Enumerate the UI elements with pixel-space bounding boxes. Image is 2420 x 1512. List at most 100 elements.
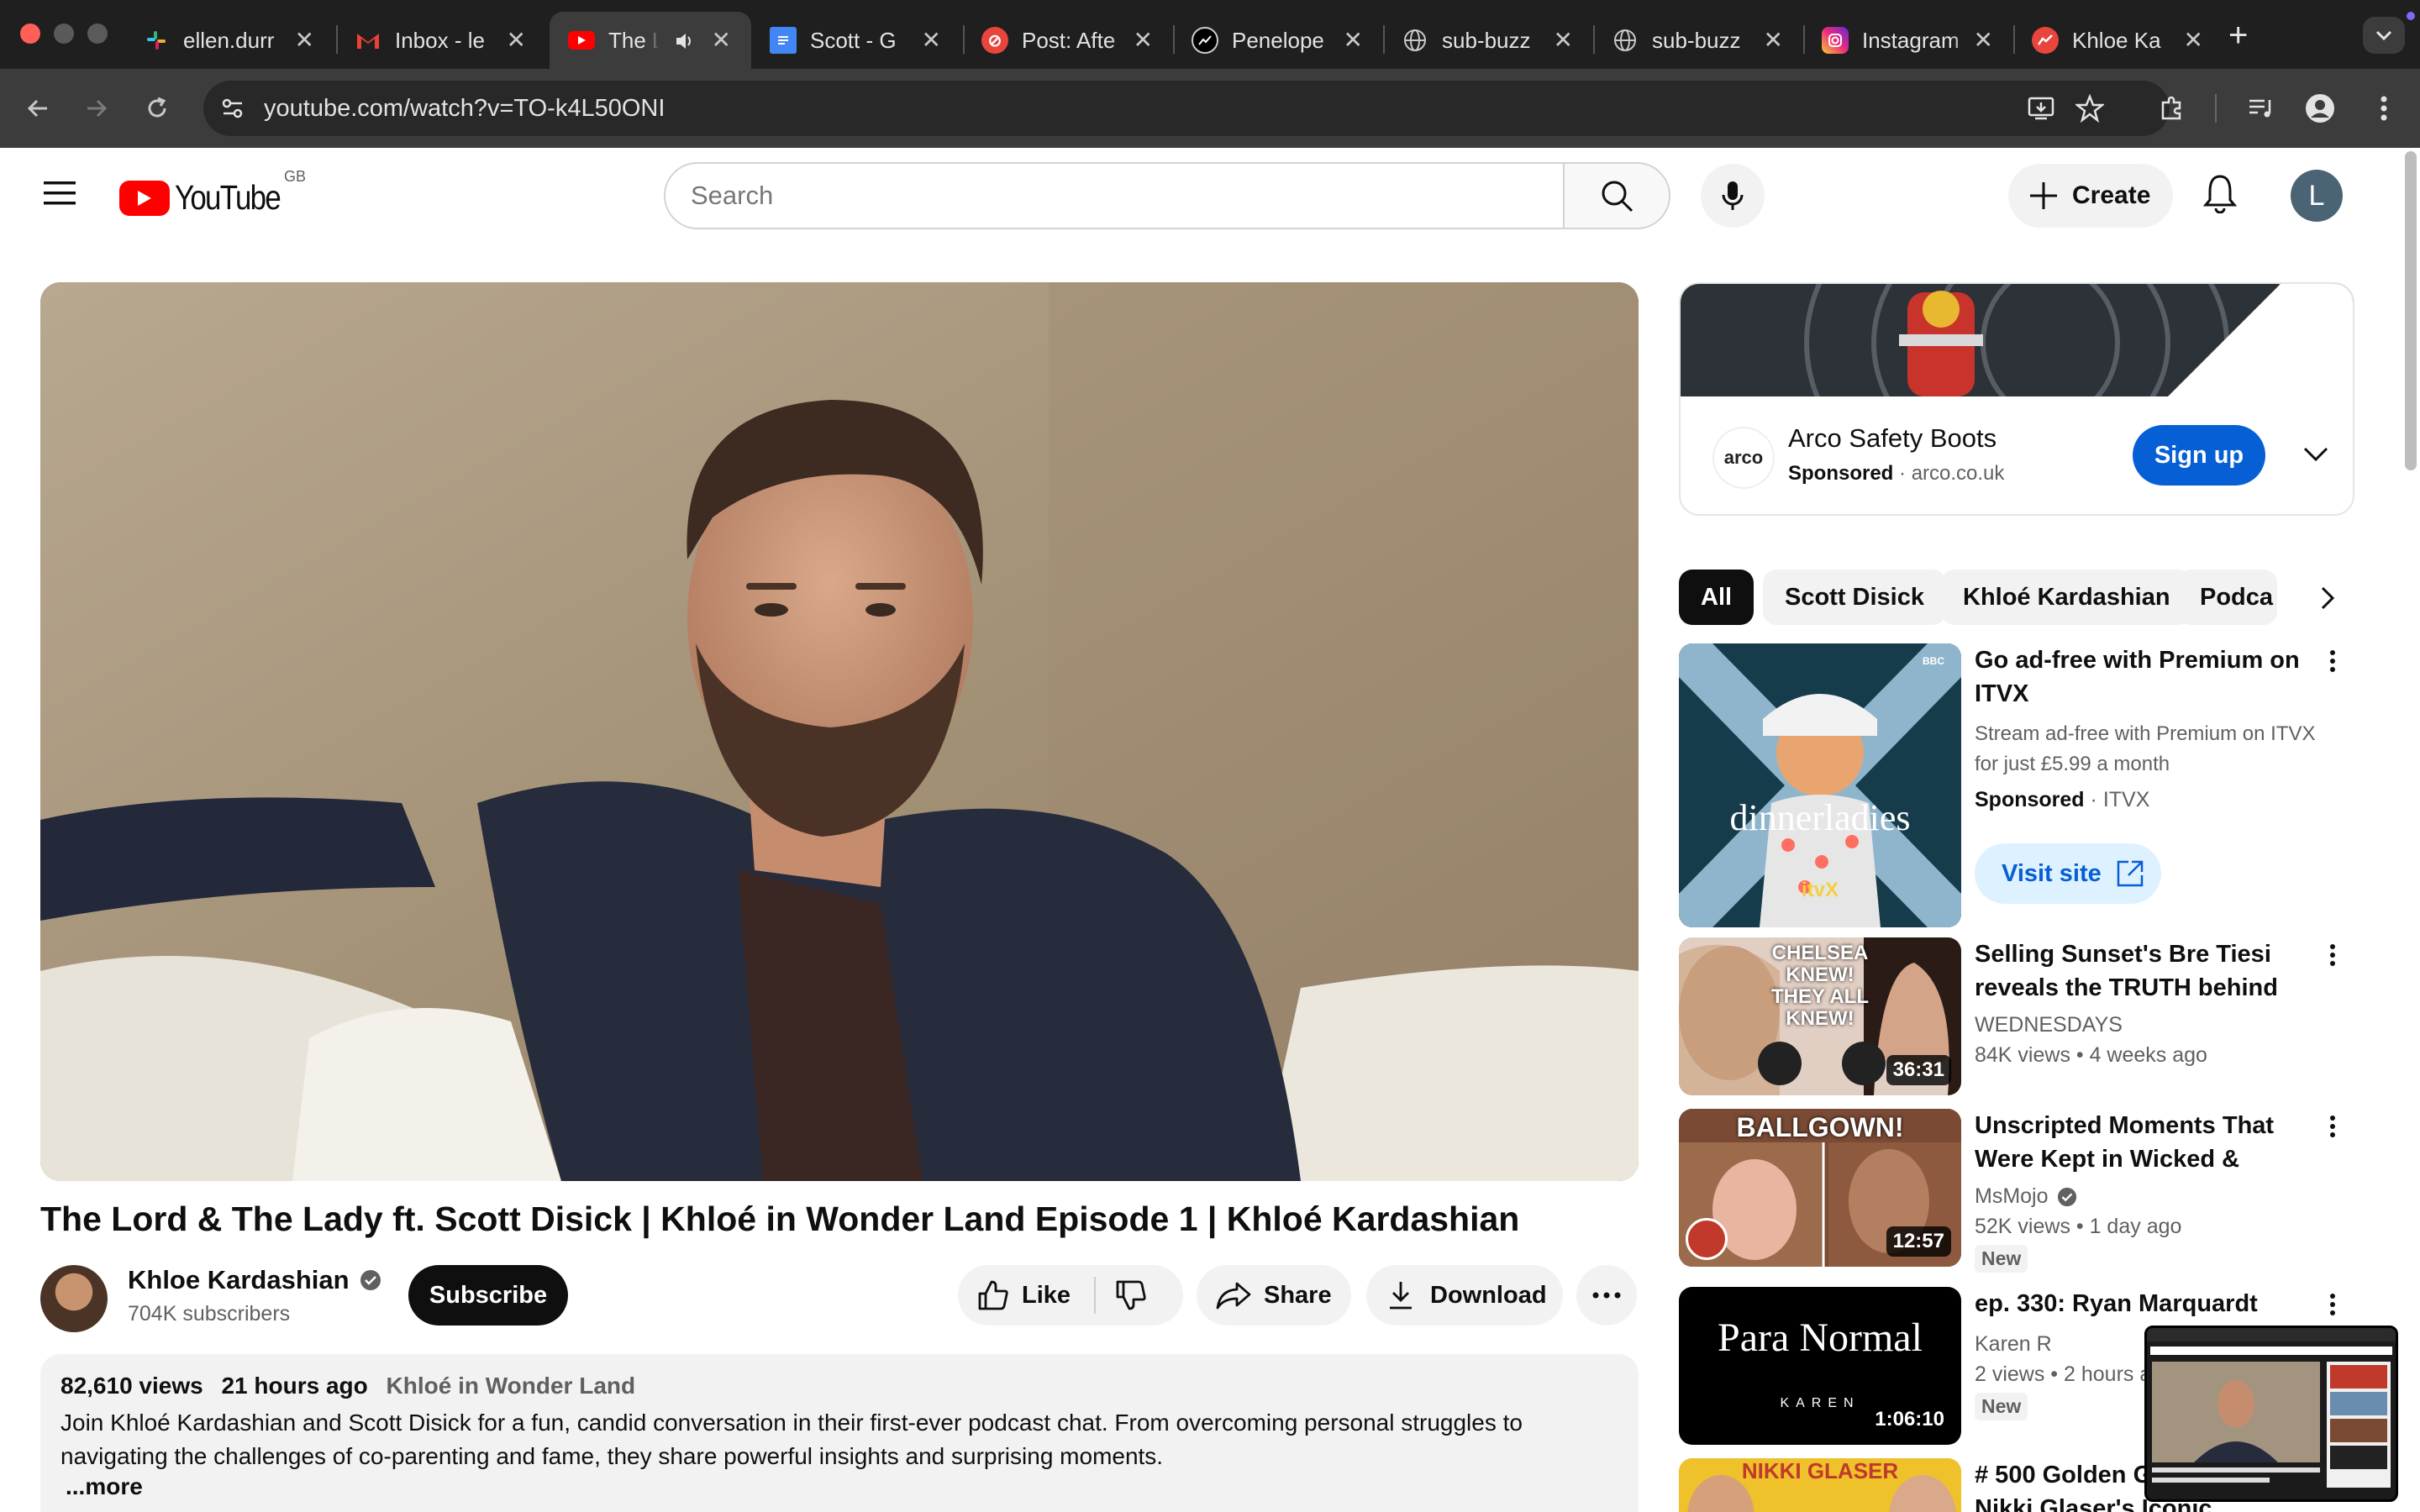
chip-scott-disick[interactable]: Scott Disick bbox=[1763, 570, 1946, 625]
promo-thumb-corner: BBC bbox=[1923, 655, 1944, 667]
close-tab-icon[interactable]: ✕ bbox=[1344, 29, 1363, 52]
tab-title: Penelope bbox=[1232, 27, 1324, 53]
video-channel: Karen R bbox=[1975, 1332, 2052, 1356]
thumbs-down-icon bbox=[1116, 1280, 1146, 1310]
post-icon: ⊘ bbox=[981, 27, 1008, 54]
search-icon bbox=[1602, 181, 1634, 213]
create-button[interactable]: Create bbox=[2008, 164, 2173, 228]
thumb-text: NIKKI GLASER bbox=[1741, 1458, 1899, 1483]
more-actions-button[interactable] bbox=[1576, 1265, 1637, 1326]
new-badge: New bbox=[1975, 1393, 2028, 1420]
close-window-button[interactable] bbox=[20, 24, 40, 44]
search-button[interactable] bbox=[1563, 162, 1670, 229]
youtube-logo[interactable]: YouTube GB bbox=[119, 168, 306, 218]
globe-icon bbox=[1612, 27, 1639, 54]
close-tab-icon[interactable]: ✕ bbox=[712, 29, 731, 52]
promo-description: Stream ad-free with Premium on ITVX for … bbox=[1975, 722, 2316, 775]
like-dislike-group: Like bbox=[958, 1265, 1183, 1326]
more-options-icon[interactable] bbox=[2324, 941, 2341, 974]
download-button[interactable]: Download bbox=[1366, 1265, 1563, 1326]
video-thumbnail: CHELSEA KNEW! THEY ALL KNEW! 36:31 bbox=[1679, 937, 1961, 1095]
more-options-icon[interactable] bbox=[2324, 647, 2341, 680]
more-options-icon[interactable] bbox=[2324, 1290, 2341, 1324]
recommended-video[interactable]: CHELSEA KNEW! THEY ALL KNEW! 36:31 Selli… bbox=[1679, 937, 2354, 1097]
close-tab-icon[interactable]: ✕ bbox=[2184, 29, 2203, 52]
guide-menu-button[interactable] bbox=[42, 180, 77, 211]
close-tab-icon[interactable]: ✕ bbox=[1554, 29, 1573, 52]
dislike-button[interactable] bbox=[1114, 1278, 1148, 1319]
extensions-button[interactable] bbox=[2151, 87, 2193, 129]
page-scrollbar[interactable] bbox=[2405, 151, 2417, 470]
like-button[interactable]: Like bbox=[976, 1278, 1071, 1312]
back-button[interactable] bbox=[17, 87, 59, 129]
browser-tab[interactable]: Scott - G ✕ bbox=[751, 12, 961, 69]
browser-tab[interactable]: Khloe Ka ✕ bbox=[2013, 12, 2223, 69]
chip-all[interactable]: All bbox=[1679, 570, 1754, 625]
close-tab-icon[interactable]: ✕ bbox=[1134, 29, 1153, 52]
install-app-icon[interactable] bbox=[2027, 95, 2055, 126]
close-tab-icon[interactable]: ✕ bbox=[1974, 29, 1993, 52]
browser-tab[interactable]: ⊘ Post: Afte ✕ bbox=[963, 12, 1173, 69]
close-tab-icon[interactable]: ✕ bbox=[295, 29, 314, 52]
forward-button[interactable] bbox=[76, 87, 118, 129]
promo-title: Go ad-free with Premium on ITVX bbox=[1975, 647, 2300, 707]
close-tab-icon[interactable]: ✕ bbox=[1764, 29, 1783, 52]
media-control-button[interactable] bbox=[2240, 87, 2282, 129]
browser-tab[interactable]: sub-buzz ✕ bbox=[1383, 12, 1593, 69]
ad-domain: arco.co.uk bbox=[1911, 462, 2005, 485]
share-label: Share bbox=[1264, 1281, 1332, 1309]
browser-tab-active[interactable]: The L ✕ bbox=[550, 12, 751, 69]
minimize-window-button[interactable] bbox=[54, 24, 74, 44]
browser-menu-button[interactable] bbox=[2363, 87, 2405, 129]
address-bar[interactable]: youtube.com/watch?v=TO-k4L50ONI bbox=[203, 81, 2170, 136]
new-tab-button[interactable]: + bbox=[2228, 18, 2248, 52]
slack-icon bbox=[143, 27, 170, 54]
promo-item[interactable]: dinnerladies itvX BBC Go ad-free with Pr… bbox=[1679, 643, 2354, 929]
arrow-right-icon bbox=[87, 99, 108, 118]
voice-search-button[interactable] bbox=[1701, 164, 1765, 228]
bookmark-star-icon[interactable] bbox=[2074, 93, 2106, 127]
chip-khloe-kardashian[interactable]: Khloé Kardashian bbox=[1941, 570, 2192, 625]
sponsored-ad-card[interactable]: arco Arco Safety Boots Sponsored · arco.… bbox=[1679, 282, 2354, 516]
chip-podcasts[interactable]: Podca bbox=[2178, 570, 2277, 625]
tab-search-button[interactable] bbox=[2363, 17, 2405, 54]
browser-tab[interactable]: ellen.durr ✕ bbox=[124, 12, 334, 69]
browser-tab[interactable]: Instagram ✕ bbox=[1803, 12, 2013, 69]
video-thumbnail: Para Normal KAREN 1:06:10 bbox=[1679, 1287, 1961, 1445]
sign-up-button[interactable]: Sign up bbox=[2133, 425, 2265, 486]
search-input[interactable] bbox=[691, 181, 1531, 211]
video-title: Unscripted Moments That Were Kept in Wic… bbox=[1975, 1112, 2275, 1173]
show-more-link[interactable]: ...more bbox=[66, 1473, 143, 1500]
close-tab-icon[interactable]: ✕ bbox=[507, 29, 526, 52]
share-button[interactable]: Share bbox=[1197, 1265, 1351, 1326]
ad-expand-button[interactable] bbox=[2302, 444, 2329, 468]
close-tab-icon[interactable]: ✕ bbox=[922, 29, 941, 52]
browser-tab[interactable]: sub-buzz ✕ bbox=[1593, 12, 1803, 69]
reload-button[interactable] bbox=[136, 87, 178, 129]
zoom-window-button[interactable] bbox=[87, 24, 108, 44]
profile-button[interactable] bbox=[2299, 87, 2341, 129]
channel-avatar[interactable] bbox=[40, 1265, 108, 1332]
browser-tab[interactable]: Penelope ✕ bbox=[1173, 12, 1383, 69]
video-frame-image bbox=[40, 282, 1639, 1181]
more-options-icon[interactable] bbox=[2324, 1112, 2341, 1146]
create-label: Create bbox=[2072, 181, 2151, 209]
recommended-video[interactable]: BALLGOWN! 12:57 Unscripted Moments That … bbox=[1679, 1109, 2354, 1273]
description-box[interactable]: 82,610 views 21 hours ago Khloé in Wonde… bbox=[40, 1354, 1639, 1512]
browser-tab[interactable]: Inbox - le ✕ bbox=[336, 12, 546, 69]
promo-meta: Sponsored · ITVX bbox=[1975, 788, 2150, 811]
browser-toolbar: youtube.com/watch?v=TO-k4L50ONI bbox=[0, 69, 2420, 148]
subscribe-button[interactable]: Subscribe bbox=[408, 1265, 568, 1326]
picture-in-picture-preview[interactable] bbox=[2144, 1326, 2398, 1502]
video-meta: 82,610 views 21 hours ago Khloé in Wonde… bbox=[60, 1373, 635, 1399]
avatar-letter: L bbox=[2308, 179, 2325, 212]
speaker-icon[interactable] bbox=[674, 30, 696, 58]
chips-next-button[interactable] bbox=[2277, 564, 2353, 632]
playlist-link[interactable]: Khloé in Wonder Land bbox=[387, 1373, 636, 1399]
video-player[interactable] bbox=[40, 282, 1639, 1181]
visit-site-button[interactable]: Visit site bbox=[1975, 843, 2161, 904]
site-settings-icon[interactable] bbox=[218, 94, 247, 127]
account-avatar[interactable]: L bbox=[2291, 170, 2343, 222]
channel-name-link[interactable]: Khloe Kardashian bbox=[128, 1265, 381, 1295]
notifications-button[interactable] bbox=[2202, 173, 2238, 218]
